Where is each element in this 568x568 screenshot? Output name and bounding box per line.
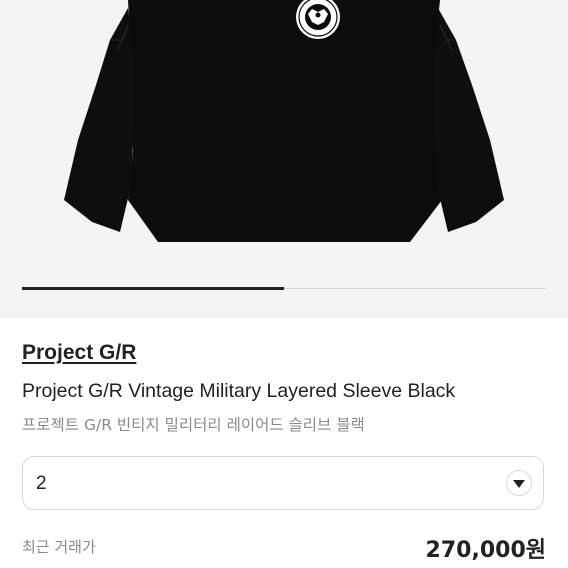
- recent-trade-label: 최근 거래가: [22, 538, 96, 556]
- chevron-down-icon[interactable]: [506, 470, 532, 496]
- brand-link[interactable]: Project G/R: [22, 341, 136, 365]
- size-select-value: 2: [36, 473, 47, 494]
- sweatshirt-body: [128, 0, 442, 242]
- size-select[interactable]: 2: [22, 456, 544, 510]
- product-name-korean: 프로젝트 G/R 빈티지 밀리터리 레이어드 슬리브 블랙: [22, 416, 365, 434]
- left-sleeve: [64, 8, 134, 232]
- product-name-english: Project G/R Vintage Military Layered Sle…: [22, 380, 456, 402]
- product-image[interactable]: [0, 0, 568, 318]
- recent-trade-price: 270,000원: [425, 538, 546, 563]
- sweatshirt-illustration: [64, 0, 504, 242]
- right-sleeve: [434, 8, 504, 232]
- gallery-progress-fill: [22, 287, 284, 290]
- gallery-progress-track: [22, 287, 546, 290]
